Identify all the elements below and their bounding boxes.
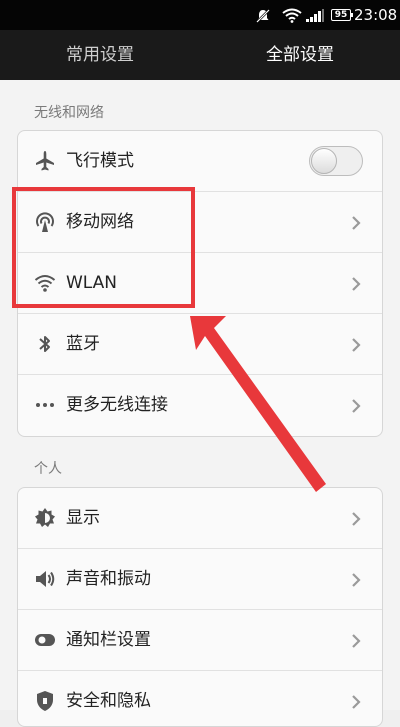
annotation-arrow [190,316,326,492]
